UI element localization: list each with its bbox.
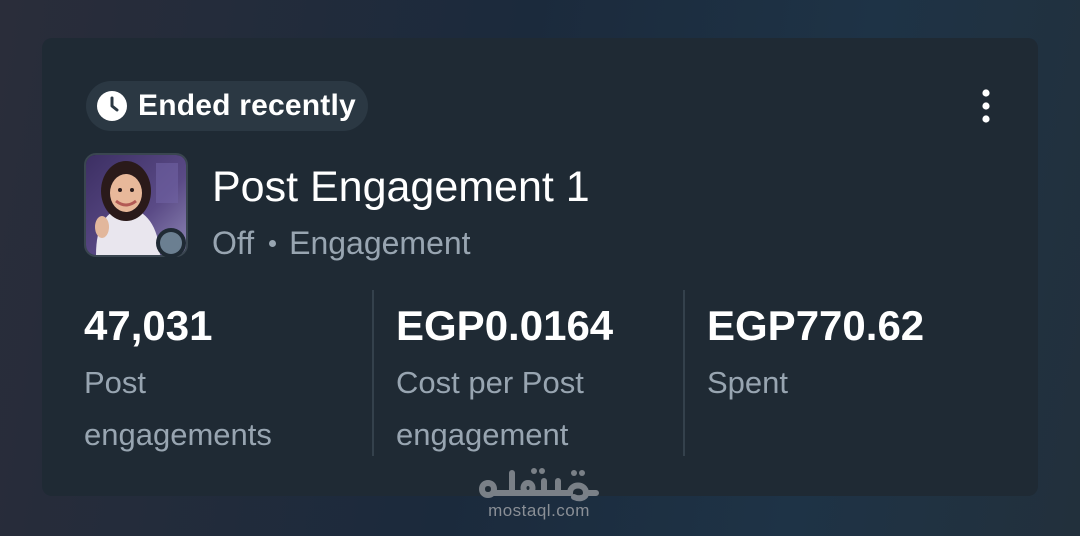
metric-divider [683, 290, 685, 456]
metric-value: 47,031 [84, 302, 213, 349]
separator-dot [269, 240, 277, 247]
metric-label: Post engagements [84, 365, 272, 452]
metric-spent: EGP770.62 Spent [707, 300, 957, 409]
status-dot [156, 228, 186, 258]
mostaql-watermark: mostaql.com [470, 463, 608, 521]
campaign-objective: Engagement [289, 225, 471, 261]
campaign-card[interactable]: Ended recently Post Engagement 1 Off Eng… [42, 38, 1038, 496]
mostaql-logo [479, 468, 599, 502]
metric-divider [372, 290, 374, 456]
metric-value: EGP0.0164 [396, 302, 614, 349]
clock-icon [96, 90, 128, 122]
status-badge: Ended recently [86, 81, 368, 131]
more-vertical-icon [981, 88, 991, 129]
metric-label: Cost per Post engagement [396, 365, 584, 452]
metric-cost-per-engagement: EGP0.0164 Cost per Post engagement [396, 300, 646, 461]
metric-label: Spent [707, 365, 789, 400]
status-label: Ended recently [138, 89, 356, 122]
metric-post-engagements: 47,031 Post engagements [84, 300, 334, 461]
watermark-site: mostaql.com [488, 501, 590, 520]
campaign-title[interactable]: Post Engagement 1 [212, 163, 590, 212]
campaign-subtitle: Off Engagement [212, 225, 471, 262]
campaign-state: Off [212, 225, 255, 261]
metric-value: EGP770.62 [707, 302, 925, 349]
more-options-button[interactable] [956, 86, 1016, 130]
